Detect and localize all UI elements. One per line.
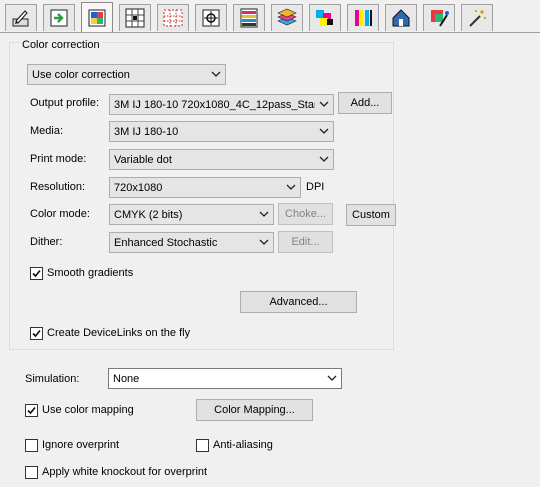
media-label: Media: [30, 125, 64, 137]
edit-icon [12, 10, 29, 27]
media-value: 3M IJ 180-10 [114, 125, 179, 138]
tab-house[interactable] [385, 4, 417, 31]
color-correction-mode-value: Use color correction [32, 68, 130, 81]
resolution-unit: DPI [306, 181, 325, 193]
checkbox-box [30, 326, 43, 340]
layers-icon [277, 8, 297, 26]
print-mode-value: Variable dot [114, 153, 172, 166]
color-mapping-button[interactable]: Color Mapping... [196, 399, 313, 421]
tab-magic-wand[interactable] [461, 4, 493, 31]
tab-target[interactable] [195, 4, 227, 31]
export-icon [50, 9, 68, 27]
checkbox-box [25, 465, 38, 479]
chevron-down-icon [259, 211, 269, 217]
color-mode-select[interactable]: CMYK (2 bits) [109, 204, 274, 225]
ignore-overprint-label: Ignore overprint [42, 439, 120, 451]
dither-value: Enhanced Stochastic [114, 236, 218, 249]
anti-aliasing-checkbox[interactable]: Anti-aliasing [196, 438, 273, 452]
tab-tiling[interactable] [119, 4, 151, 31]
print-mode-label: Print mode: [30, 153, 87, 165]
custom-button[interactable]: Custom [346, 204, 396, 226]
choke-button[interactable]: Choke... [278, 203, 333, 225]
resolution-value: 720x1080 [114, 181, 163, 194]
checkbox-box [196, 438, 209, 452]
grid-icon [163, 9, 183, 27]
chevron-down-icon [211, 71, 221, 77]
tab-color-strips[interactable] [347, 4, 379, 31]
use-color-mapping-checkbox[interactable]: Use color mapping [25, 403, 134, 417]
simulation-value: None [113, 372, 140, 385]
resolution-label: Resolution: [30, 181, 86, 193]
tab-export[interactable] [43, 4, 75, 31]
tab-cmyk-squares[interactable] [309, 4, 341, 31]
picker-icon [431, 10, 449, 27]
checkbox-box [25, 438, 38, 452]
resolution-select[interactable]: 720x1080 [109, 177, 301, 198]
chevron-down-icon [319, 156, 329, 162]
output-profile-value: 3M IJ 180-10 720x1080_4C_12pass_Standard [114, 98, 315, 111]
checkbox-box [30, 266, 43, 280]
tab-edit[interactable] [5, 4, 37, 31]
print-mode-select[interactable]: Variable dot [109, 149, 334, 170]
color-mode-value: CMYK (2 bits) [114, 208, 183, 221]
use-color-mapping-label: Use color mapping [42, 404, 134, 416]
cmyk-squares-icon [316, 10, 333, 26]
anti-aliasing-label: Anti-aliasing [213, 439, 273, 451]
edit-dither-button[interactable]: Edit... [278, 231, 333, 253]
tab-grid[interactable] [157, 4, 189, 31]
simulation-label: Simulation: [25, 373, 80, 385]
color-strips-icon [355, 10, 372, 26]
checkmark-icon [32, 269, 41, 277]
color-correction-mode-select[interactable]: Use color correction [27, 64, 226, 85]
chevron-down-icon [327, 375, 337, 381]
devicelinks-label: Create DeviceLinks on the fly [47, 327, 191, 339]
color-mode-label: Color mode: [30, 208, 90, 220]
tab-layers[interactable] [271, 4, 303, 31]
add-profile-button[interactable]: Add... [338, 92, 392, 114]
chevron-down-icon [286, 184, 296, 190]
chevron-down-icon [259, 239, 269, 245]
output-profile-select[interactable]: 3M IJ 180-10 720x1080_4C_12pass_Standard [109, 94, 334, 115]
advanced-button[interactable]: Advanced... [240, 291, 357, 313]
white-knockout-checkbox[interactable]: Apply white knockout for overprint [25, 465, 207, 479]
color-bars-icon [240, 8, 258, 28]
toolbar [0, 0, 540, 34]
dither-select[interactable]: Enhanced Stochastic [109, 232, 274, 253]
magic-wand-icon [469, 10, 486, 27]
color-correction-title: Color correction [20, 39, 102, 51]
house-icon [392, 9, 410, 27]
ignore-overprint-checkbox[interactable]: Ignore overprint [25, 438, 119, 452]
checkbox-box [25, 403, 38, 417]
output-profile-label: Output profile: [30, 97, 100, 109]
tab-color-bars[interactable] [233, 4, 265, 31]
color-image-icon [88, 9, 106, 27]
target-icon [202, 9, 220, 27]
checkmark-icon [32, 329, 41, 337]
tab-baseline [0, 32, 540, 33]
tiling-icon [125, 8, 145, 28]
white-knockout-label: Apply white knockout for overprint [42, 466, 208, 478]
smooth-gradients-label: Smooth gradients [47, 267, 134, 279]
chevron-down-icon [319, 128, 329, 134]
chevron-down-icon [319, 101, 329, 107]
media-select[interactable]: 3M IJ 180-10 [109, 121, 334, 142]
dither-label: Dither: [30, 236, 63, 248]
tab-color-image[interactable] [81, 2, 113, 33]
tab-picker[interactable] [423, 4, 455, 31]
checkmark-icon [27, 406, 36, 414]
devicelinks-checkbox[interactable]: Create DeviceLinks on the fly [30, 326, 190, 340]
smooth-gradients-checkbox[interactable]: Smooth gradients [30, 266, 133, 280]
simulation-select[interactable]: None [108, 368, 342, 389]
